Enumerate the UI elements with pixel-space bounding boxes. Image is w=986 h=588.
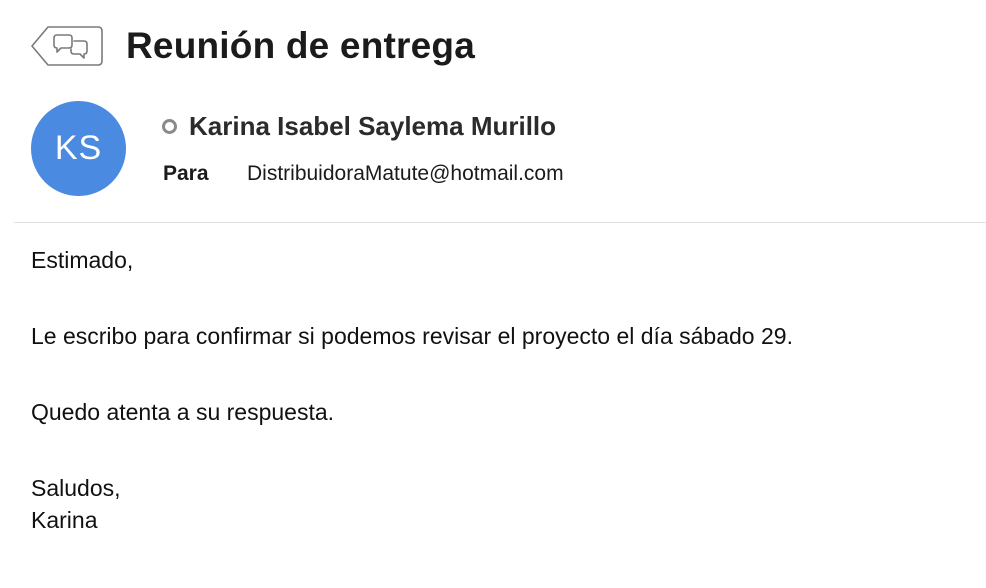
presence-status-icon [162, 118, 177, 134]
body-signature: Karina [31, 507, 98, 533]
message-subject: Reunión de entrega [126, 25, 475, 66]
sender-name[interactable]: Karina Isabel Saylema Murillo [189, 111, 556, 142]
sender-avatar[interactable]: KS [31, 101, 126, 196]
header-divider [14, 222, 986, 223]
recipient-address[interactable]: DistribuidoraMatute@hotmail.com [247, 162, 564, 186]
body-paragraph: Quedo atenta a su respuesta. [31, 399, 335, 425]
message-body: Estimado, Le escribo para confirmar si p… [31, 244, 793, 536]
recipients-row: Para DistribuidoraMatute@hotmail.com [163, 158, 564, 190]
to-label: Para [163, 162, 209, 185]
sender-row: Karina Isabel Saylema Murillo [162, 108, 556, 144]
message-header: Reunión de entrega [30, 18, 475, 74]
body-closing: Saludos, [31, 475, 121, 501]
body-greeting: Estimado, [31, 247, 134, 273]
body-paragraph: Le escribo para confirmar si podemos rev… [31, 323, 793, 349]
back-conversation-icon[interactable] [30, 23, 104, 69]
